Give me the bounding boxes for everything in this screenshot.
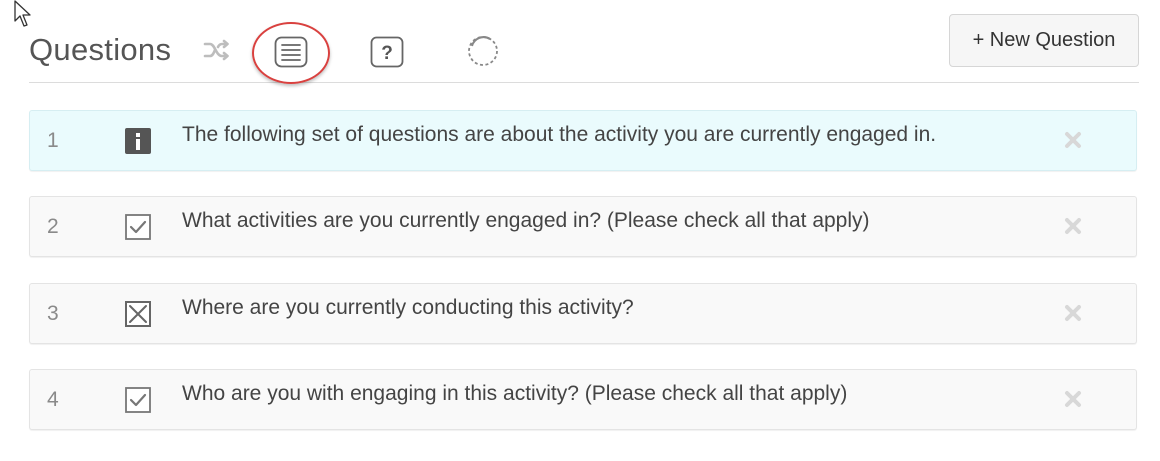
radio-x-icon [125, 301, 151, 327]
checkbox-checked-icon [125, 214, 151, 240]
question-text: What activities are you currently engage… [182, 209, 870, 232]
highlight-ring [252, 22, 330, 84]
svg-text:?: ? [381, 43, 393, 64]
question-text: Who are you with engaging in this activi… [182, 382, 848, 405]
checkbox-checked-icon [125, 387, 151, 413]
help-button[interactable]: ? [367, 34, 407, 70]
list-button[interactable] [252, 22, 330, 84]
question-number: 4 [47, 388, 59, 411]
info-icon [125, 128, 151, 154]
question-number: 2 [47, 215, 59, 238]
question-text: Where are you currently conducting this … [182, 296, 634, 319]
loop-icon [468, 36, 498, 66]
question-row[interactable]: 1 The following set of questions are abo… [29, 110, 1137, 171]
new-question-button[interactable]: + New Question [949, 14, 1139, 67]
shuffle-icon [203, 39, 229, 61]
delete-icon[interactable] [1062, 388, 1084, 410]
delete-icon[interactable] [1062, 302, 1084, 324]
delete-icon[interactable] [1062, 215, 1084, 237]
page-title: Questions [29, 32, 172, 67]
questions-header: Questions ? + New Question [29, 14, 1139, 84]
loop-button[interactable] [463, 33, 503, 69]
question-number: 3 [47, 302, 59, 325]
question-text: The following set of questions are about… [182, 123, 937, 146]
shuffle-button[interactable] [201, 36, 233, 64]
question-row[interactable]: 3 Where are you currently conducting thi… [29, 283, 1137, 344]
question-row[interactable]: 4 Who are you with engaging in this acti… [29, 369, 1137, 430]
help-icon: ? [370, 36, 404, 68]
question-number: 1 [47, 129, 59, 152]
question-row[interactable]: 2 What activities are you currently enga… [29, 196, 1137, 257]
delete-icon[interactable] [1062, 129, 1084, 151]
